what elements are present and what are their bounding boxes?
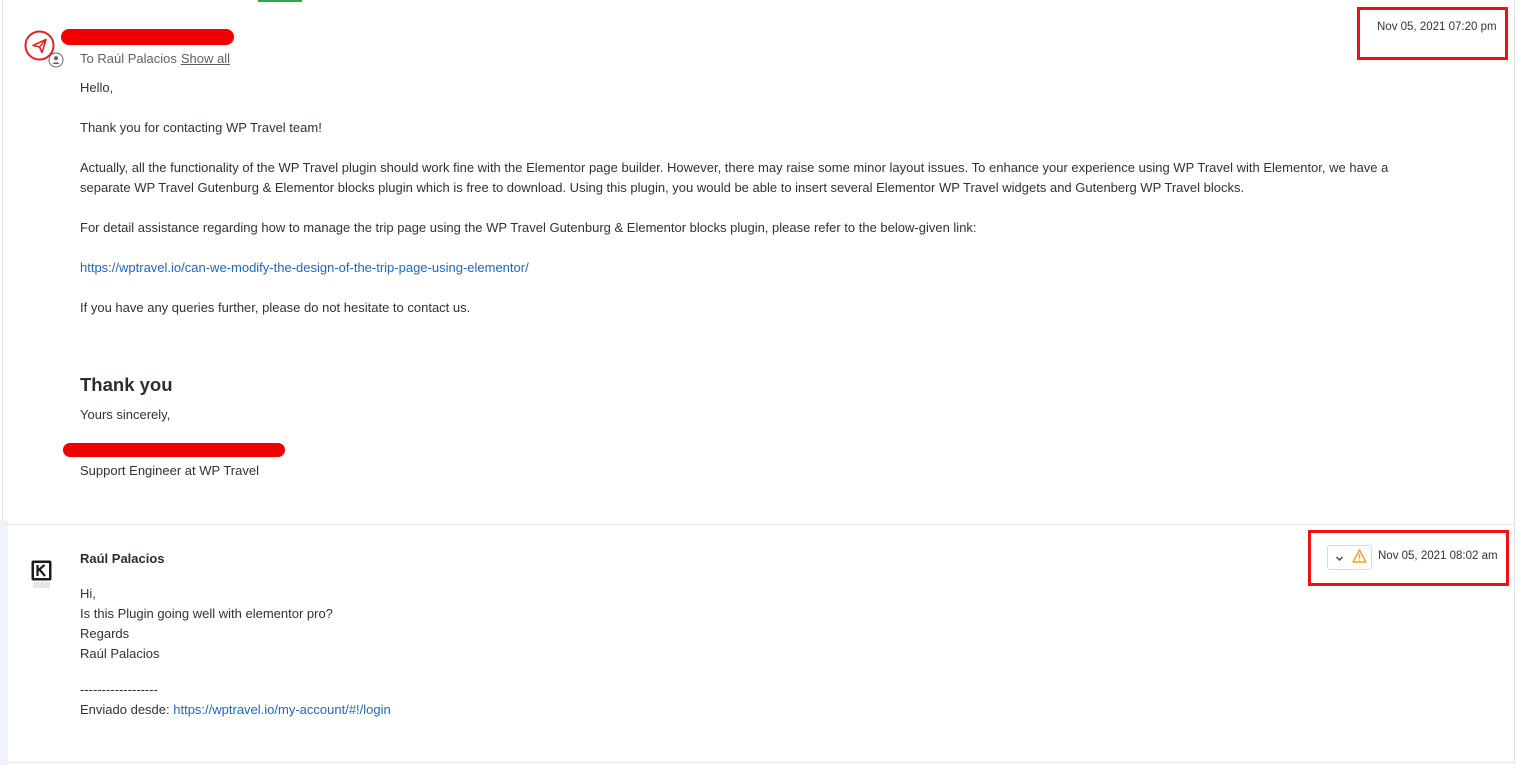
message-line: Raúl Palacios [80, 646, 160, 661]
left-panel-edge [0, 520, 8, 765]
redacted-signature-name [63, 443, 285, 457]
message-paragraph: For detail assistance regarding how to m… [80, 220, 977, 235]
show-all-link[interactable]: Show all [181, 51, 230, 66]
article-link[interactable]: https://wptravel.io/can-we-modify-the-de… [80, 260, 529, 275]
signature-title: Support Engineer at WP Travel [80, 463, 259, 478]
message-paragraph: Thank you for contacting WP Travel team! [80, 120, 322, 135]
message-divider [3, 524, 1515, 525]
recipient-name: Raúl Palacios [97, 51, 177, 66]
active-tab-indicator [258, 0, 302, 2]
highlight-box [1357, 7, 1508, 60]
sent-from-label: Enviado desde: [80, 702, 170, 717]
closing-text: Yours sincerely, [80, 407, 171, 422]
greeting-text: Hello, [80, 80, 114, 95]
message-line: Hi, [80, 586, 96, 601]
k-logo-icon [31, 560, 52, 588]
message-line: Is this Plugin going well with elementor… [80, 606, 333, 621]
conversation-panel [2, 0, 1515, 763]
message-line: Regards [80, 626, 130, 641]
message-paragraph: If you have any queries further, please … [80, 300, 471, 315]
message-paragraph: separate WP Travel Gutenburg & Elementor… [80, 180, 1245, 195]
to-prefix: To [80, 51, 94, 66]
highlight-box [1308, 530, 1509, 586]
recipient-line: To Raúl Palacios Show all [80, 51, 230, 66]
thank-you-heading: Thank you [80, 374, 173, 395]
sent-from-line: Enviado desde: https://wptravel.io/my-ac… [80, 700, 391, 720]
account-link[interactable]: https://wptravel.io/my-account/#!/login [173, 702, 391, 717]
message-paragraph: Actually, all the functionality of the W… [80, 160, 1389, 175]
user-icon [48, 52, 64, 68]
redacted-sender-name [61, 29, 234, 45]
sender-name: Raúl Palacios [80, 551, 165, 566]
separator-line: ------------------ [80, 682, 158, 697]
